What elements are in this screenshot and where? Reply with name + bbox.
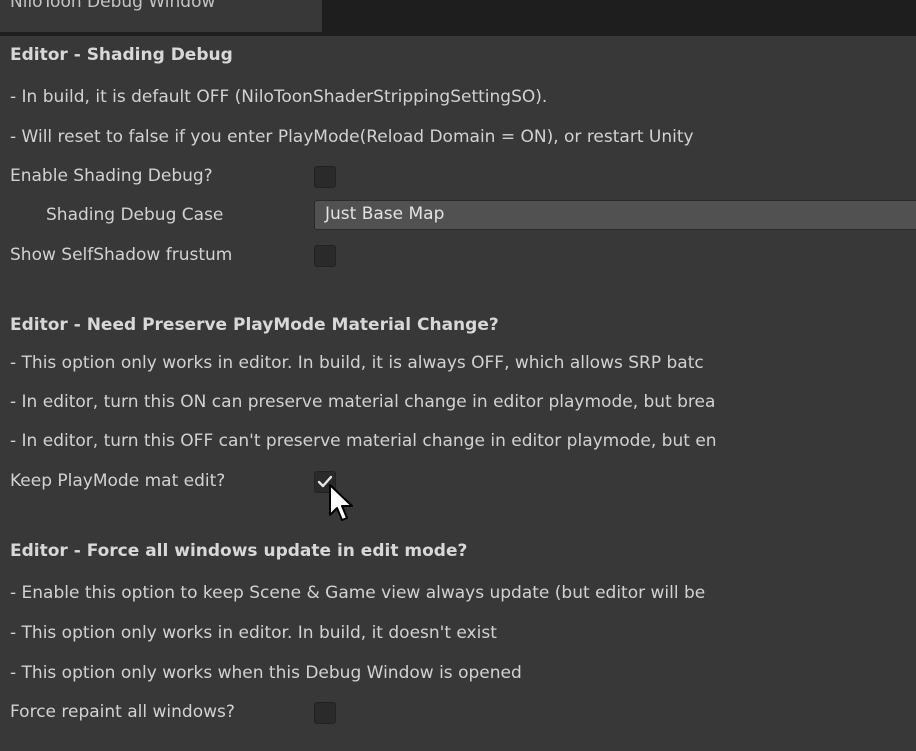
- preserve-playmode-header: Editor - Need Preserve PlayMode Material…: [10, 315, 499, 335]
- tab-debug-window[interactable]: NiloToon Debug Window: [0, 0, 322, 32]
- enable-shading-debug-checkbox[interactable]: [314, 166, 336, 188]
- show-selfshadow-checkbox[interactable]: [314, 245, 336, 267]
- shading-debug-header: Editor - Shading Debug: [10, 45, 233, 65]
- force-update-header: Editor - Force all windows update in edi…: [10, 541, 468, 561]
- window-tab-bar: NiloToon Debug Window: [0, 0, 916, 36]
- show-selfshadow-label: Show SelfShadow frustum: [10, 245, 233, 265]
- tab-title: NiloToon Debug Window: [10, 0, 216, 12]
- preserve-playmode-note-1: - This option only works in editor. In b…: [10, 353, 704, 373]
- force-update-note-3: - This option only works when this Debug…: [10, 663, 522, 683]
- force-repaint-label: Force repaint all windows?: [10, 702, 235, 722]
- force-update-note-1: - Enable this option to keep Scene & Gam…: [10, 583, 706, 603]
- force-update-note-2: - This option only works in editor. In b…: [10, 623, 497, 643]
- preserve-playmode-note-3: - In editor, turn this OFF can't preserv…: [10, 431, 717, 451]
- shading-debug-case-value: Just Base Map: [325, 204, 445, 224]
- keep-playmode-label: Keep PlayMode mat edit?: [10, 471, 226, 491]
- mouse-cursor-icon: [329, 484, 353, 521]
- shading-debug-case-label: Shading Debug Case: [46, 205, 224, 225]
- shading-debug-note-1: - In build, it is default OFF (NiloToonS…: [10, 87, 548, 107]
- shading-debug-case-dropdown[interactable]: Just Base Map: [314, 200, 916, 230]
- enable-shading-debug-label: Enable Shading Debug?: [10, 166, 213, 186]
- preserve-playmode-note-2: - In editor, turn this ON can preserve m…: [10, 392, 716, 412]
- shading-debug-note-2: - Will reset to false if you enter PlayM…: [10, 127, 694, 147]
- force-repaint-checkbox[interactable]: [314, 702, 336, 724]
